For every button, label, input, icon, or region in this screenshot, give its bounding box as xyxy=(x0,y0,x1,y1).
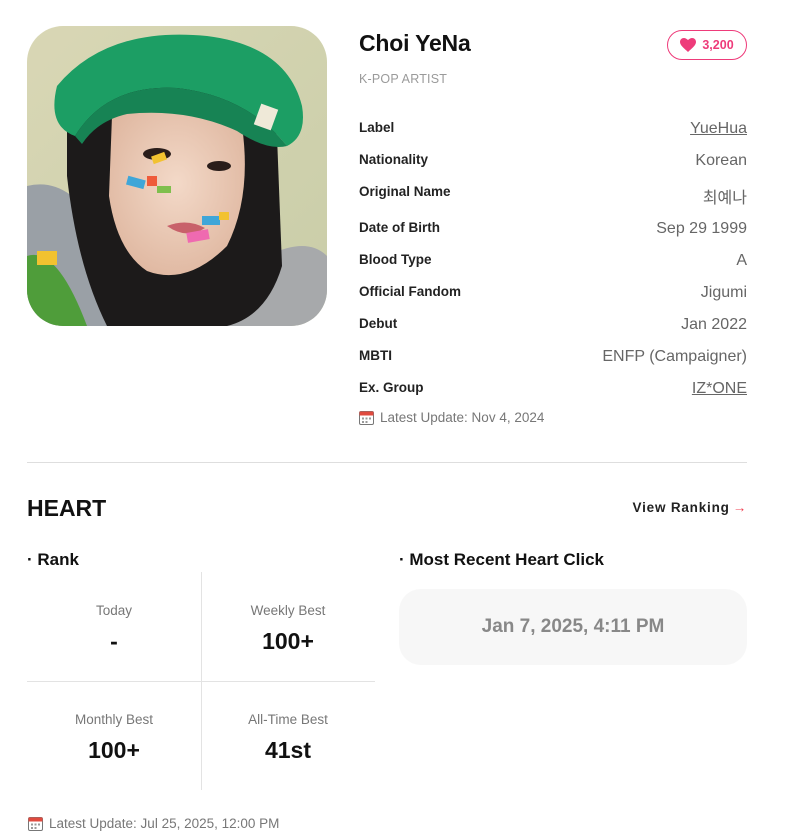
artist-info: Choi YeNa K-POP ARTIST 3,200 Label YueHu… xyxy=(359,30,747,425)
detail-row-official-fandom: Official Fandom Jigumi xyxy=(359,282,747,314)
label-link[interactable]: YueHua xyxy=(690,120,747,138)
detail-row-ex-group: Ex. Group IZ*ONE xyxy=(359,378,747,410)
rank-label: Weekly Best xyxy=(250,603,326,618)
detail-row-original-name: Original Name 최예나 xyxy=(359,182,747,218)
recent-heart-click-value: Jan 7, 2025, 4:11 PM xyxy=(481,616,665,637)
rank-grid: Today - Weekly Best 100+ Monthly Best 10… xyxy=(27,572,375,790)
detail-row-blood-type: Blood Type A xyxy=(359,250,747,282)
heart-update-text: Latest Update: Jul 25, 2025, 12:00 PM xyxy=(49,816,280,831)
rank-cell-all-time-best: All-Time Best 41st xyxy=(201,681,375,790)
section-divider xyxy=(27,462,747,463)
detail-value: 최예나 xyxy=(702,190,747,207)
detail-row-label: Label YueHua xyxy=(359,118,747,150)
detail-key: MBTI xyxy=(359,348,392,363)
recent-heart-title: · Most Recent Heart Click xyxy=(399,550,604,569)
detail-key: Label xyxy=(359,120,395,135)
rank-label: Monthly Best xyxy=(74,712,154,727)
calendar-icon xyxy=(28,816,43,831)
rank-value: 100+ xyxy=(88,737,140,763)
rank-cell-today: Today - xyxy=(27,572,201,681)
rank-label: All-Time Best xyxy=(248,712,328,727)
rank-cell-weekly-best: Weekly Best 100+ xyxy=(201,572,375,681)
rank-title: · Rank xyxy=(27,550,79,569)
detail-value: A xyxy=(736,252,747,269)
detail-row-date-of-birth: Date of Birth Sep 29 1999 xyxy=(359,218,747,250)
profile-latest-update: Latest Update: Nov 4, 2024 xyxy=(359,410,544,425)
rank-cell-monthly-best: Monthly Best 100+ xyxy=(27,681,201,790)
detail-key: Debut xyxy=(359,316,398,331)
detail-row-nationality: Nationality Korean xyxy=(359,150,747,182)
rank-value: 41st xyxy=(264,737,312,763)
detail-value: ENFP (Campaigner) xyxy=(602,348,747,365)
rank-value: 100+ xyxy=(262,628,314,654)
detail-key: Nationality xyxy=(359,152,429,167)
detail-row-debut: Debut Jan 2022 xyxy=(359,314,747,346)
view-ranking-link[interactable]: View Ranking → xyxy=(633,500,747,515)
detail-key: Blood Type xyxy=(359,252,432,267)
heart-latest-update: Latest Update: Jul 25, 2025, 12:00 PM xyxy=(28,816,279,831)
detail-value: Korean xyxy=(695,152,747,169)
heart-icon xyxy=(680,38,697,52)
detail-key: Official Fandom xyxy=(359,284,462,299)
artist-photo xyxy=(27,26,327,326)
detail-value: Jigumi xyxy=(700,284,747,301)
detail-value: Sep 29 1999 xyxy=(656,220,747,237)
details-list: Label YueHua Nationality Korean Original… xyxy=(359,118,747,410)
detail-row-mbti: MBTI ENFP (Campaigner) xyxy=(359,346,747,378)
artist-role: K-POP ARTIST xyxy=(359,72,448,86)
profile-update-text: Latest Update: Nov 4, 2024 xyxy=(380,410,545,425)
view-ranking-label: View Ranking xyxy=(632,500,730,515)
detail-key: Ex. Group xyxy=(359,380,424,395)
heart-count: 3,200 xyxy=(702,38,734,52)
arrow-right-icon: → xyxy=(732,500,747,515)
detail-key: Date of Birth xyxy=(359,220,440,235)
rank-label: Today xyxy=(95,603,133,618)
calendar-icon xyxy=(359,410,374,425)
detail-value: Jan 2022 xyxy=(681,316,747,333)
recent-heart-click-box: Jan 7, 2025, 4:11 PM xyxy=(399,589,747,665)
heart-section-title: HEART xyxy=(27,495,107,521)
heart-button[interactable]: 3,200 xyxy=(667,30,747,60)
rank-value: - xyxy=(110,628,118,654)
detail-key: Original Name xyxy=(359,184,451,199)
ex-group-link[interactable]: IZ*ONE xyxy=(692,380,747,398)
